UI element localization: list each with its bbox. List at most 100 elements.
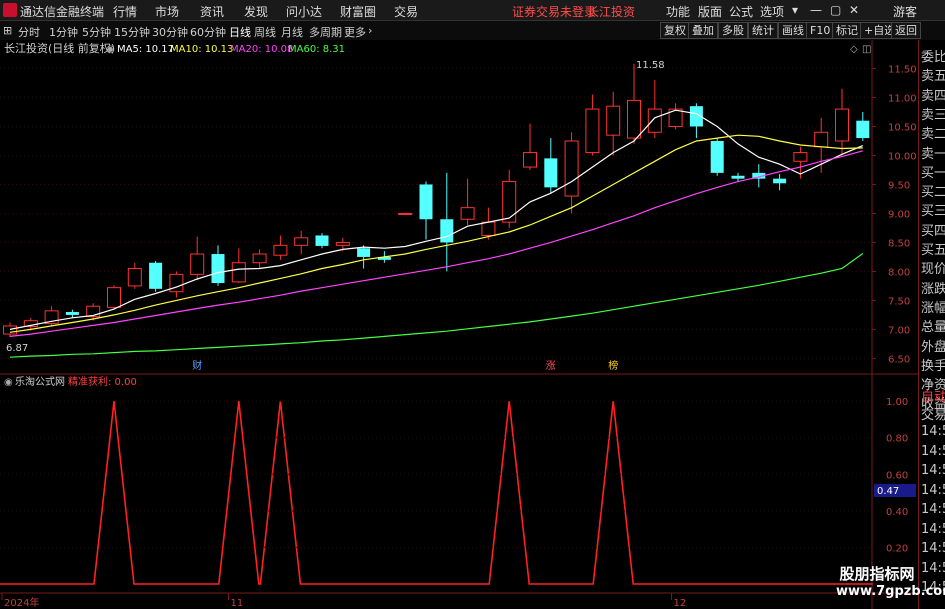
- period-1min[interactable]: 1分钟: [49, 24, 78, 40]
- candle-body-up: [814, 131, 829, 148]
- candle-body-up: [523, 152, 537, 168]
- y-tick-label: 6.50: [888, 354, 910, 365]
- candle-body-up: [481, 221, 496, 236]
- menu-dropdown-icon[interactable]: ▾: [792, 3, 798, 17]
- y-tick-label: 7.50: [888, 296, 910, 307]
- tick-time: 14:56: [921, 443, 945, 459]
- low-price-label: 6.87: [6, 343, 28, 354]
- settings-diamond-icon[interactable]: ◇: [850, 44, 858, 55]
- menu-wealth[interactable]: 财富圈: [340, 3, 376, 20]
- menu-quotes[interactable]: 行情: [113, 3, 137, 20]
- indicator-tick-label: 0.80: [886, 434, 908, 445]
- candle-body-down: [315, 235, 329, 246]
- adjust-button[interactable]: 复权: [660, 22, 690, 39]
- watermark-url: www.7gpzb.com: [836, 584, 945, 599]
- indicator-collapse-icon[interactable]: ◉: [4, 377, 13, 388]
- candle-body-up: [273, 244, 288, 256]
- candle-body-up: [398, 212, 413, 215]
- tick-time: 14:56: [921, 424, 945, 439]
- y-tick-label: 9.00: [888, 209, 910, 220]
- candle-body-up: [647, 108, 662, 133]
- candle-body-up: [606, 105, 621, 136]
- candle-body-up: [460, 207, 475, 220]
- restore-icon[interactable]: ▢: [830, 3, 841, 17]
- candle-body-up: [3, 325, 17, 335]
- quote-label: 买四: [921, 223, 945, 239]
- panel-toggle-icon[interactable]: ◫: [862, 44, 871, 55]
- menu-functions[interactable]: 功能: [666, 3, 690, 20]
- menu-news[interactable]: 资讯: [200, 3, 224, 20]
- indicator-tick-label: 0.20: [886, 543, 908, 554]
- menu-trade[interactable]: 交易: [394, 3, 418, 20]
- quote-label: 卖四: [921, 88, 945, 104]
- tick-time: 14:56: [921, 502, 945, 517]
- tick-time: 14:56: [921, 463, 945, 478]
- candle-body-down: [419, 184, 433, 220]
- indicator-tick-label: 0.40: [886, 507, 908, 518]
- indicator-tick-label: 1.00: [886, 397, 908, 408]
- period-weekly[interactable]: 周线: [254, 24, 276, 40]
- ma5-label: MA5: 10.17: [117, 44, 174, 55]
- candle-body-up: [252, 253, 267, 264]
- event-marker: 榜: [608, 359, 618, 372]
- f10-button[interactable]: F10: [806, 22, 835, 39]
- login-status[interactable]: 证券交易未登录: [512, 3, 596, 20]
- quote-label: 涨跌: [921, 281, 945, 297]
- close-icon[interactable]: ✕: [849, 3, 859, 17]
- x-axis-label: 11: [230, 598, 243, 609]
- minimize-icon[interactable]: —: [810, 3, 822, 17]
- watermark-title: 股朋指标网: [839, 565, 915, 583]
- period-5min[interactable]: 5分钟: [82, 24, 111, 40]
- candle-body-up: [793, 152, 808, 162]
- quote-label: 外盘: [921, 339, 945, 355]
- menu-market[interactable]: 市场: [155, 3, 179, 20]
- menu-layout[interactable]: 版面: [698, 3, 722, 20]
- y-tick-label: 9.50: [888, 180, 910, 191]
- chart-title: 长江投资(日线 前复权): [4, 41, 115, 55]
- candle-body-up: [190, 253, 205, 275]
- period-monthly[interactable]: 月线: [281, 24, 303, 40]
- grid-icon[interactable]: ⊞: [3, 24, 12, 37]
- indicator-label: 精准获利: 0.00: [68, 375, 137, 388]
- quote-label: 总量: [921, 320, 945, 336]
- trade-label: 交易: [921, 408, 945, 423]
- menu-formula[interactable]: 公式: [729, 3, 753, 20]
- period-more[interactable]: 更多: [344, 24, 366, 40]
- back-button[interactable]: 返回: [891, 22, 921, 39]
- period-toolbar: ⊞ 分时 1分钟 5分钟 15分钟 30分钟 60分钟 日线 周线 月线 多周期…: [0, 21, 945, 41]
- tick-time: 14:56: [921, 541, 945, 556]
- more-arrow-icon[interactable]: ›: [368, 24, 372, 37]
- indicator-tick-label: 0.60: [886, 470, 908, 481]
- high-price-label: 11.58: [636, 60, 665, 71]
- kline-chart[interactable]: 11.50 11.00 10.50 10.00 9.50 9.00 8.50 8.00 7.50…: [0, 40, 918, 609]
- candle-body-up: [127, 268, 142, 287]
- guest-label[interactable]: 游客: [893, 3, 917, 20]
- quote-label: 委比: [921, 50, 945, 65]
- stats-button[interactable]: 统计: [748, 22, 778, 39]
- menu-ask[interactable]: 问小达: [286, 3, 322, 20]
- overlay-button[interactable]: 叠加: [688, 22, 718, 39]
- multi-stock-button[interactable]: 多股: [718, 22, 748, 39]
- draw-line-button[interactable]: 画线: [778, 22, 808, 39]
- collapse-icon[interactable]: ◉: [106, 44, 115, 55]
- menu-options[interactable]: 选项: [760, 3, 784, 20]
- y-tick-label: 10.50: [888, 122, 917, 133]
- mark-button[interactable]: 标记: [832, 22, 862, 39]
- period-60min[interactable]: 60分钟: [190, 24, 226, 40]
- period-30min[interactable]: 30分钟: [152, 24, 188, 40]
- period-15min[interactable]: 15分钟: [114, 24, 150, 40]
- candle-body-up: [585, 108, 600, 154]
- period-multi[interactable]: 多周期: [309, 24, 342, 40]
- candle-body-down: [65, 312, 79, 315]
- indicator-current-value: 0.47: [877, 486, 899, 497]
- menu-discover[interactable]: 发现: [244, 3, 268, 20]
- quote-panel: 委比 卖五 卖四 卖三 卖二 卖一 买一 买二 买三 买四 买五 现价 涨跌 涨幅 总量 外盘 换手 净资 收益 自…: [918, 40, 945, 609]
- candle-body-up: [294, 237, 309, 246]
- candle-body-up: [502, 181, 517, 223]
- candle-body-down: [357, 248, 371, 257]
- candle-body-down: [773, 178, 787, 184]
- period-daily[interactable]: 日线: [229, 24, 251, 40]
- quote-label: 现价: [921, 262, 945, 278]
- event-marker: 涨: [546, 360, 556, 372]
- period-timeshare[interactable]: 分时: [18, 24, 40, 40]
